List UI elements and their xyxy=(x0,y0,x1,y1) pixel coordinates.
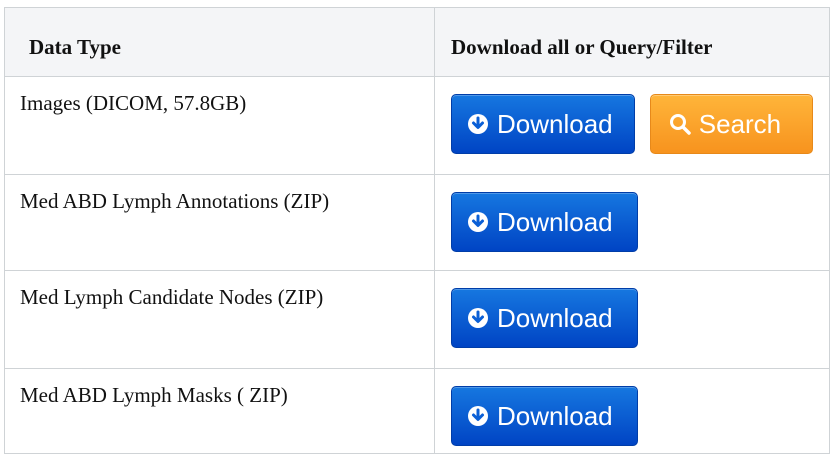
download-button[interactable]: Download xyxy=(451,386,638,446)
actions-cell: Download xyxy=(434,270,830,369)
data-type-cell: Med ABD Lymph Annotations (ZIP) xyxy=(4,174,435,271)
data-type-cell: Med Lymph Candidate Nodes (ZIP) xyxy=(4,270,435,369)
circle-arrow-down-icon xyxy=(467,211,489,233)
circle-arrow-down-icon xyxy=(467,113,489,135)
table-header-row: Data Type Download all or Query/Filter xyxy=(4,7,830,77)
data-table: Data Type Download all or Query/Filter I… xyxy=(4,7,830,454)
actions-cell: Download xyxy=(434,368,830,454)
table-row: Med ABD Lymph Annotations (ZIP) Download xyxy=(4,174,830,271)
column-header-download: Download all or Query/Filter xyxy=(434,7,830,77)
download-button-label: Download xyxy=(497,400,613,431)
download-button-label: Download xyxy=(497,108,613,139)
circle-arrow-down-icon xyxy=(467,405,489,427)
download-button[interactable]: Download xyxy=(451,192,638,252)
download-button[interactable]: Download xyxy=(451,288,638,348)
search-button[interactable]: Search xyxy=(649,94,813,154)
table-row: Med ABD Lymph Masks ( ZIP) Download xyxy=(4,368,830,454)
table-row: Med Lymph Candidate Nodes (ZIP) Download xyxy=(4,270,830,369)
circle-arrow-down-icon xyxy=(467,307,489,329)
data-type-cell: Med ABD Lymph Masks ( ZIP) xyxy=(4,368,435,454)
search-icon xyxy=(669,113,691,135)
download-button-label: Download xyxy=(497,302,613,333)
column-header-data-type: Data Type xyxy=(4,7,435,77)
download-button[interactable]: Download xyxy=(451,94,635,154)
search-button-label: Search xyxy=(698,108,782,139)
actions-cell: Download xyxy=(434,174,830,271)
data-type-cell: Images (DICOM, 57.8GB) xyxy=(4,76,435,175)
actions-cell: Download Search xyxy=(434,76,830,175)
table-row: Images (DICOM, 57.8GB) Download Search xyxy=(4,76,830,175)
download-button-label: Download xyxy=(497,206,613,237)
